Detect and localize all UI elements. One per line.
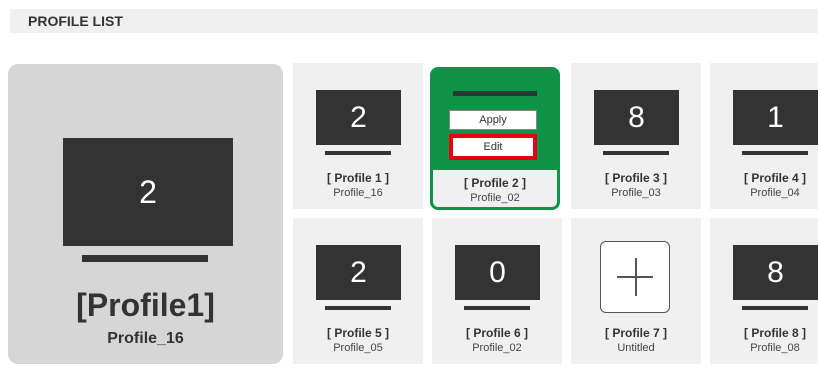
profile-label: [ Profile 7 ]	[604, 326, 667, 340]
profile-tile-2[interactable]: Apply Edit [ Profile 2 ] Profile_02	[430, 67, 560, 210]
profile-label: [ Profile 4 ]	[743, 171, 806, 185]
profile-label: [ Profile 2 ]	[463, 176, 526, 190]
profile-label: [ Profile 6 ]	[465, 326, 528, 340]
profile-tile-4[interactable]: 1 [ Profile 4 ] Profile_04	[710, 63, 818, 209]
monitor-icon	[453, 91, 537, 96]
current-monitor-stand	[82, 255, 208, 262]
profile-sub: Profile_04	[750, 187, 800, 199]
profile-sub: Profile_16	[333, 187, 383, 199]
monitor-icon: 2	[316, 245, 401, 300]
monitor-stand	[742, 151, 808, 155]
current-profile-name: [Profile1]	[76, 287, 215, 323]
monitor-stand	[325, 151, 391, 155]
profile-label: [ Profile 5 ]	[326, 326, 389, 340]
profile-sub: Profile_02	[472, 342, 522, 354]
profile-tile-1[interactable]: 2 [ Profile 1 ] Profile_16	[293, 63, 423, 209]
apply-button[interactable]: Apply	[449, 110, 537, 130]
current-monitor-icon: 2	[63, 138, 233, 246]
profile-sub: Profile_02	[470, 192, 520, 204]
profile-tile-5[interactable]: 2 [ Profile 5 ] Profile_05	[293, 218, 423, 364]
profile-list-header: PROFILE LIST	[10, 9, 818, 33]
monitor-icon: 2	[316, 90, 401, 145]
profile-label: [ Profile 1 ]	[326, 171, 389, 185]
current-profile-panel: 2 [Profile1] Profile_16	[8, 64, 283, 364]
current-profile-sub: Profile_16	[107, 330, 184, 347]
profile-sub: Profile_08	[750, 342, 800, 354]
profile-tile-3[interactable]: 8 [ Profile 3 ] Profile_03	[571, 63, 701, 209]
profile-tile-7[interactable]: [ Profile 7 ] Untitled	[571, 218, 701, 364]
monitor-stand	[742, 306, 808, 310]
profile-tile-8[interactable]: 8 [ Profile 8 ] Profile_08	[710, 218, 818, 364]
monitor-stand	[603, 151, 669, 155]
plus-icon	[600, 241, 670, 313]
monitor-icon: 1	[733, 90, 818, 145]
profile-label: [ Profile 3 ]	[604, 171, 667, 185]
monitor-icon: 0	[455, 245, 540, 300]
profile-sub: Untitled	[617, 342, 655, 354]
monitor-stand	[464, 306, 530, 310]
profile-sub: Profile_03	[611, 187, 661, 199]
edit-button[interactable]: Edit	[449, 134, 537, 160]
monitor-icon: 8	[594, 90, 679, 145]
profile-tile-6[interactable]: 0 [ Profile 6 ] Profile_02	[432, 218, 562, 364]
profile-sub: Profile_05	[333, 342, 383, 354]
page-title: PROFILE LIST	[28, 13, 123, 29]
profile-label: [ Profile 8 ]	[743, 326, 806, 340]
monitor-icon: 8	[733, 245, 818, 300]
monitor-stand	[325, 306, 391, 310]
